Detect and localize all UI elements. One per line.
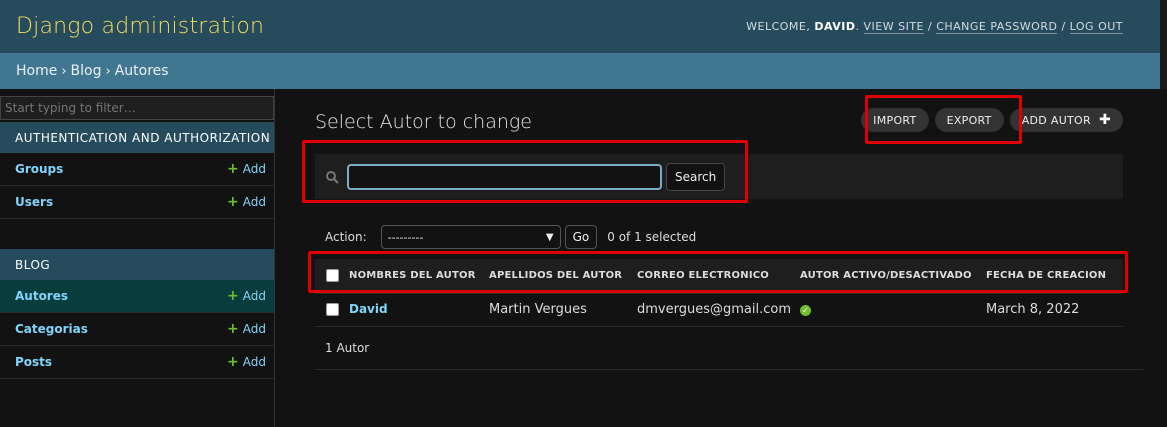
- model-link-autores[interactable]: Autores: [15, 289, 68, 303]
- action-selected-value: ---------: [387, 230, 424, 244]
- breadcrumb-separator: ›: [61, 63, 67, 79]
- cell-activo: ✓: [800, 293, 986, 327]
- plus-icon: ✚: [1098, 112, 1111, 128]
- model-link-groups[interactable]: Groups: [15, 162, 63, 176]
- app-caption-blog[interactable]: Blog: [0, 249, 274, 280]
- select-all-cell: [315, 259, 349, 294]
- check-circle-icon: ✓: [800, 305, 811, 316]
- plus-icon: +: [227, 354, 239, 370]
- row-checkbox[interactable]: [326, 303, 339, 316]
- welcome-text: Welcome,: [746, 20, 811, 33]
- add-autor-label: Add Autor: [1021, 113, 1091, 127]
- breadcrumb-current: Autores: [114, 63, 169, 79]
- sidebar-item-categorias: Categorias + Add: [0, 313, 274, 346]
- table-header-row: Nombres del autor Apellidos del autor Co…: [315, 259, 1123, 294]
- view-site-link[interactable]: View site: [863, 20, 924, 34]
- cell-apellidos: Martin Vergues: [489, 293, 637, 327]
- action-select[interactable]: --------- ▼: [380, 225, 561, 249]
- result-table: Nombres del autor Apellidos del autor Co…: [315, 259, 1123, 327]
- change-password-link[interactable]: Change password: [936, 20, 1058, 34]
- plus-icon: +: [227, 194, 239, 210]
- paginator: 1 Autor: [315, 326, 1143, 370]
- header: Django administration Welcome, David. Vi…: [0, 0, 1167, 89]
- autor-link[interactable]: David: [349, 302, 388, 316]
- export-label: Export: [946, 113, 992, 127]
- cell-fecha: March 8, 2022: [986, 293, 1123, 327]
- column-header[interactable]: Autor activo/desactivado: [800, 259, 986, 294]
- plus-icon: +: [227, 161, 239, 177]
- add-autores-link[interactable]: + Add: [227, 288, 266, 304]
- column-header[interactable]: Fecha de creacion: [986, 259, 1123, 294]
- username: David: [814, 20, 856, 33]
- action-label: Action:: [325, 230, 367, 244]
- import-label: Import: [873, 113, 917, 127]
- add-label: Add: [242, 162, 266, 176]
- select-all-checkbox[interactable]: [326, 269, 339, 283]
- model-link-categorias[interactable]: Categorias: [15, 322, 88, 336]
- plus-icon: +: [227, 321, 239, 337]
- add-label: Add: [242, 322, 266, 336]
- import-button[interactable]: Import: [861, 108, 929, 132]
- main-layout: Authentication and Authorization Groups …: [0, 89, 1167, 427]
- user-tools: Welcome, David. View site / Change passw…: [746, 20, 1123, 34]
- add-categorias-link[interactable]: + Add: [227, 321, 266, 337]
- nav-filter-input[interactable]: [0, 96, 274, 120]
- plus-icon: +: [227, 288, 239, 304]
- sidebar-item-posts: Posts + Add: [0, 346, 274, 379]
- content: Select Autor to change Import Export Add…: [275, 89, 1167, 427]
- breadcrumb: Home › Blog › Autores: [0, 53, 1167, 89]
- cell-nombres: David: [349, 293, 489, 327]
- add-groups-link[interactable]: + Add: [227, 161, 266, 177]
- sidebar-item-groups: Groups + Add: [0, 153, 274, 186]
- app-auth: Authentication and Authorization Groups …: [0, 122, 274, 219]
- column-header[interactable]: Apellidos del autor: [489, 259, 637, 294]
- app-blog: Blog Autores + Add Categorias + Add Posts …: [0, 249, 274, 379]
- scrollbar-strip: [1160, 0, 1167, 89]
- add-users-link[interactable]: + Add: [227, 194, 266, 210]
- add-posts-link[interactable]: + Add: [227, 354, 266, 370]
- log-out-link[interactable]: Log out: [1069, 20, 1123, 34]
- search-input[interactable]: [347, 163, 662, 190]
- row-select-cell: [315, 293, 349, 327]
- column-header[interactable]: Nombres del autor: [349, 259, 489, 294]
- search-icon: [326, 170, 339, 184]
- actions-bar: Action: --------- ▼ Go 0 of 1 selected: [325, 225, 696, 249]
- page-title: Select Autor to change: [315, 111, 532, 133]
- breadcrumb-blog[interactable]: Blog: [71, 63, 102, 79]
- selected-count: 0 of 1 selected: [607, 230, 697, 244]
- object-tools: Import Export Add Autor ✚: [861, 108, 1123, 132]
- sidebar: Authentication and Authorization Groups …: [0, 89, 275, 427]
- site-branding[interactable]: Django administration: [16, 14, 264, 39]
- breadcrumb-home[interactable]: Home: [16, 63, 57, 79]
- search-button[interactable]: Search: [666, 162, 726, 191]
- go-button[interactable]: Go: [564, 225, 598, 249]
- chevron-down-icon: ▼: [545, 231, 554, 243]
- model-link-users[interactable]: Users: [15, 195, 53, 209]
- add-autor-button[interactable]: Add Autor ✚: [1009, 108, 1123, 132]
- add-label: Add: [242, 289, 266, 303]
- export-button[interactable]: Export: [934, 108, 1004, 132]
- add-label: Add: [242, 355, 266, 369]
- model-link-posts[interactable]: Posts: [15, 355, 52, 369]
- breadcrumb-separator: ›: [105, 63, 111, 79]
- cell-correo: dmvergues@gmail.com: [637, 293, 800, 327]
- search-toolbar: Search: [315, 154, 1123, 199]
- sidebar-item-users: Users + Add: [0, 186, 274, 219]
- table-row: David Martin Vergues dmvergues@gmail.com…: [315, 293, 1123, 327]
- app-caption-auth[interactable]: Authentication and Authorization: [0, 122, 274, 153]
- add-label: Add: [242, 195, 266, 209]
- sidebar-item-autores: Autores + Add: [0, 280, 274, 313]
- column-header[interactable]: Correo electronico: [637, 259, 800, 294]
